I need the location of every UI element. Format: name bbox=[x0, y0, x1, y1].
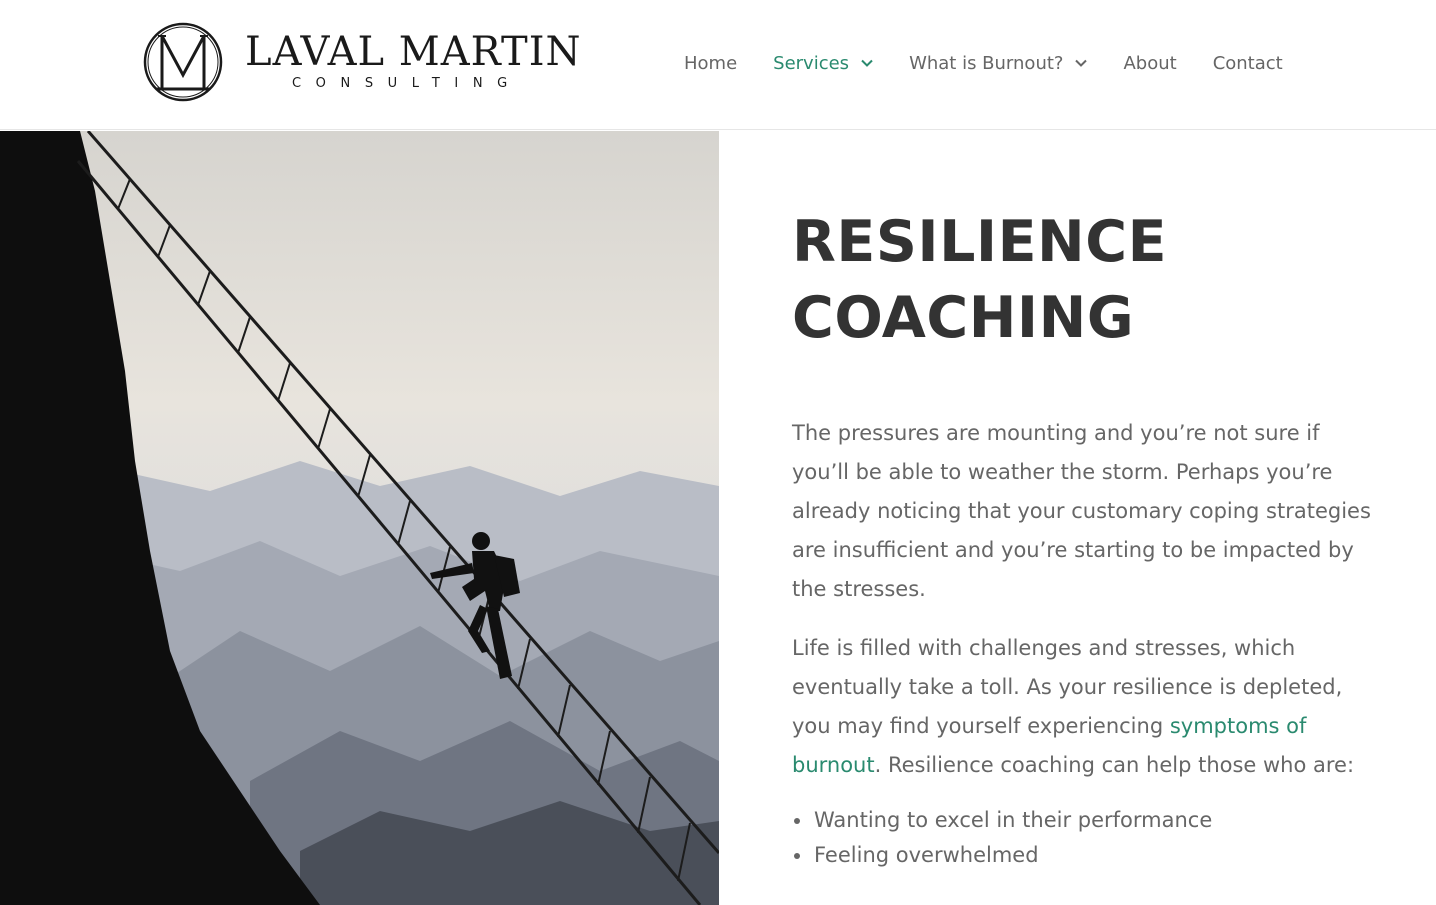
main-nav: Home Services What is Burnout? About Con… bbox=[684, 48, 1283, 78]
brand-tagline: CONSULTING bbox=[292, 76, 522, 91]
site-logo[interactable]: LAVAL MARTIN CONSULTING bbox=[142, 21, 581, 105]
nav-item-label: Contact bbox=[1212, 52, 1283, 74]
page-title-line1: RESILIENCE bbox=[792, 209, 1168, 275]
intro-paragraph: The pressures are mounting and you’re no… bbox=[792, 421, 1371, 601]
nav-item-contact[interactable]: Contact bbox=[1213, 48, 1283, 78]
brand-name: LAVAL MARTIN bbox=[245, 29, 582, 75]
body-paragraph: Life is filled with challenges and stres… bbox=[792, 629, 1372, 785]
page-title: RESILIENCE COACHING bbox=[792, 204, 1392, 356]
chevron-down-icon bbox=[1075, 59, 1088, 67]
nav-item-services[interactable]: Services bbox=[773, 48, 873, 78]
list-item: Feeling overwhelmed bbox=[792, 838, 1392, 873]
site-header: LAVAL MARTIN CONSULTING Home Services Wh… bbox=[0, 0, 1436, 130]
nav-item-label: Home bbox=[684, 52, 738, 74]
nav-item-home[interactable]: Home bbox=[684, 48, 737, 78]
nav-item-label: What is Burnout? bbox=[909, 52, 1064, 74]
list-item-text: Wanting to excel in their performance bbox=[814, 808, 1213, 832]
hero-image bbox=[0, 131, 719, 905]
list-item-text: Feeling overwhelmed bbox=[814, 843, 1039, 867]
body-text-after-link: . Resilience coaching can help those who… bbox=[874, 753, 1355, 777]
bullet-icon bbox=[794, 818, 800, 824]
main-content: RESILIENCE COACHING The pressures are mo… bbox=[792, 131, 1392, 873]
list-item: Wanting to excel in their performance bbox=[792, 803, 1392, 838]
nav-item-what-is-burnout[interactable]: What is Burnout? bbox=[909, 48, 1088, 78]
nav-item-label: About bbox=[1123, 52, 1177, 74]
page-title-line2: COACHING bbox=[792, 285, 1135, 351]
nav-item-about[interactable]: About bbox=[1123, 48, 1176, 78]
ladder-climber-illustration bbox=[0, 131, 719, 905]
audience-list: Wanting to excel in their performance Fe… bbox=[792, 803, 1392, 873]
nav-item-label: Services bbox=[773, 52, 850, 74]
monogram-logo-icon bbox=[143, 22, 223, 102]
chevron-down-icon bbox=[861, 59, 873, 67]
bullet-icon bbox=[794, 853, 800, 859]
